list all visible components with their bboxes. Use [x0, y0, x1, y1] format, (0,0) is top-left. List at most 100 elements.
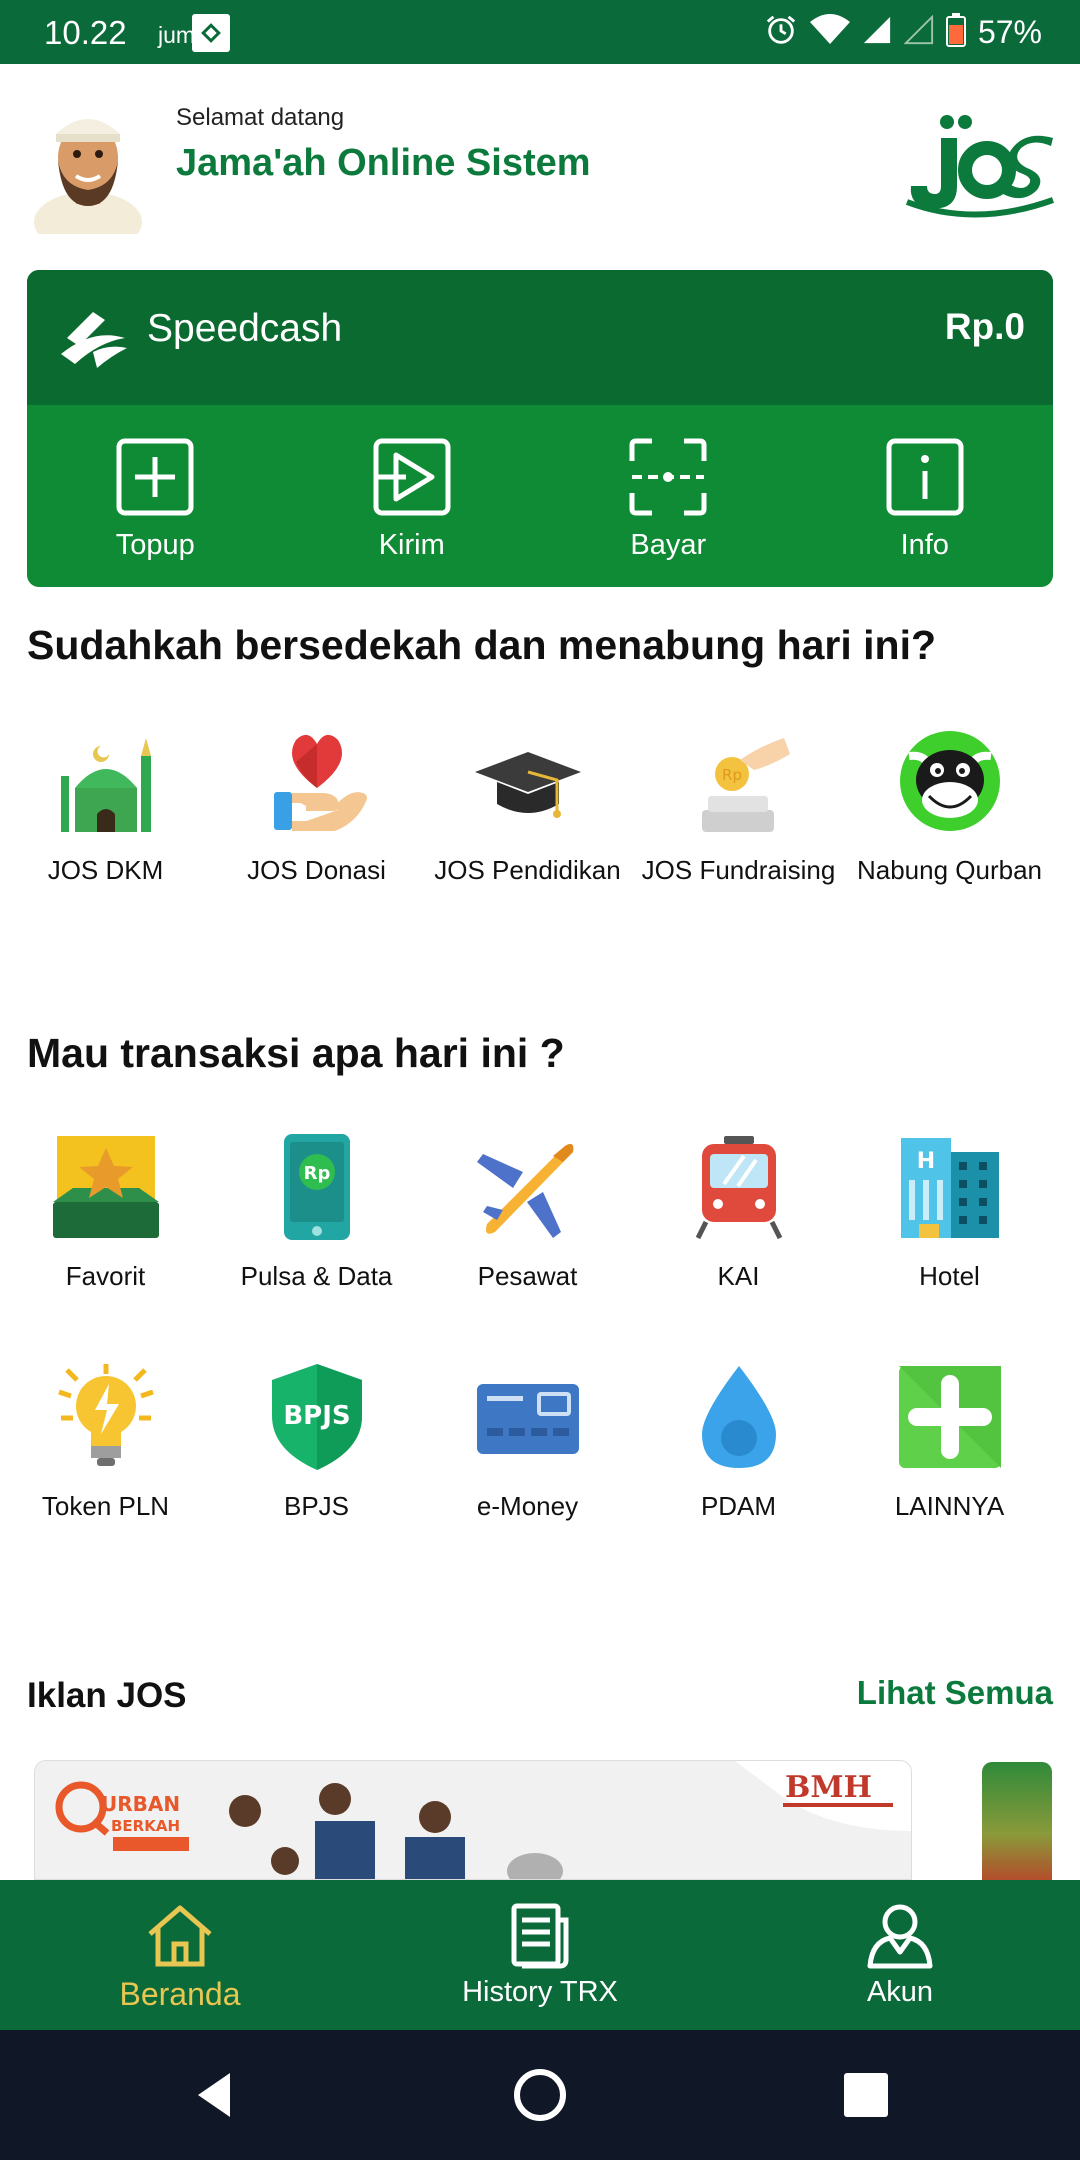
heart-hand-icon [273, 734, 367, 831]
pulsa-data-label: Pulsa & Data [240, 1261, 393, 1291]
jos-dkm-item[interactable]: JOS DKM [0, 726, 211, 886]
nav-beranda[interactable]: Beranda [0, 1880, 360, 2030]
status-time: 10.22 [44, 14, 127, 51]
coin-hand-icon: Rp [701, 738, 790, 832]
lightbulb-icon [57, 1364, 154, 1466]
speedcash-name: Speedcash [147, 307, 343, 350]
battery-percent: 57% [977, 13, 1042, 50]
pulsa-data-item[interactable]: Rp Pulsa & Data [211, 1132, 422, 1292]
kirim-label: Kirim [378, 529, 445, 561]
kai-label: KAI [717, 1261, 760, 1291]
home-icon [148, 1905, 212, 1967]
svg-text:BERKAH: BERKAH [111, 1817, 180, 1835]
speedcash-header[interactable]: Speedcash Rp.0 [27, 270, 1053, 405]
document-icon [511, 1903, 569, 1969]
water-drop-icon [701, 1366, 776, 1468]
back-triangle-icon [198, 2073, 230, 2117]
token-pln-label: Token PLN [41, 1491, 170, 1521]
nabung-qurban-item[interactable]: Nabung Qurban [844, 726, 1055, 886]
see-all-link[interactable]: Lihat Semua [857, 1674, 1053, 1712]
home-circle-icon [514, 2069, 566, 2121]
bayar-label: Bayar [630, 529, 707, 561]
nav-history-label: History TRX [462, 1976, 618, 2008]
svg-text:BPJS: BPJS [283, 1401, 350, 1431]
nav-akun[interactable]: Akun [720, 1880, 1080, 2030]
plus-icon [898, 1366, 1001, 1468]
bmh-logo-text: BMH [785, 1770, 872, 1805]
jos-donasi-item[interactable]: JOS Donasi [211, 726, 422, 886]
plus-square-icon [116, 438, 194, 516]
info-label: Info [900, 529, 949, 561]
phone-icon: Rp [283, 1134, 350, 1240]
star-icon [52, 1136, 159, 1238]
topup-label: Topup [115, 529, 195, 561]
lainnya-label: LAINNYA [894, 1491, 1005, 1521]
recents-button[interactable] [836, 2065, 896, 2125]
home-system-button[interactable] [510, 2065, 570, 2125]
svg-text:Rp: Rp [722, 766, 742, 784]
graduation-cap-icon [474, 752, 581, 818]
svg-text:Rp: Rp [303, 1163, 330, 1184]
speedcash-card: Speedcash Rp.0 Topup Kirim Bayar Info [27, 270, 1053, 587]
ads-title: Iklan JOS [27, 1676, 187, 1715]
back-button[interactable] [184, 2065, 244, 2125]
nav-akun-label: Akun [866, 1976, 934, 2008]
pesawat-item[interactable]: Pesawat [422, 1132, 633, 1292]
svg-text:H: H [916, 1149, 934, 1174]
jos-dkm-label: JOS DKM [47, 855, 164, 885]
scan-icon [629, 438, 707, 516]
pdam-item[interactable]: PDAM [633, 1362, 844, 1522]
jos-pendidikan-item[interactable]: JOS Pendidikan [422, 726, 633, 886]
donation-grid: JOS DKM JOS Donasi JOS Pendidikan Rp JOS… [0, 726, 1080, 886]
bayar-button[interactable]: Bayar [540, 405, 797, 587]
avatar[interactable] [28, 94, 148, 252]
pdam-label: PDAM [700, 1491, 777, 1521]
jos-fundraising-item[interactable]: Rp JOS Fundraising [633, 726, 844, 886]
favorit-item[interactable]: Favorit [0, 1132, 211, 1292]
speedcash-balance: Rp.0 [944, 306, 1025, 347]
nav-history-trx[interactable]: History TRX [360, 1880, 720, 2030]
jos-fundraising-label: JOS Fundraising [641, 855, 836, 885]
notification-app-icon [192, 14, 230, 52]
e-money-label: e-Money [476, 1491, 579, 1521]
info-icon [886, 438, 964, 516]
status-day: jum [158, 22, 196, 48]
header: Selamat datang Jama'ah Online Sistem [0, 64, 1080, 260]
mosque-icon [60, 738, 151, 832]
battery-icon [945, 12, 966, 52]
info-button[interactable]: Info [797, 405, 1054, 587]
bottom-navigation: Beranda History TRX Akun [0, 1880, 1080, 2030]
send-icon [373, 438, 451, 516]
nav-beranda-label: Beranda [119, 1976, 241, 2012]
welcome-text: Selamat datang [176, 104, 345, 131]
hotel-item[interactable]: H Hotel [844, 1132, 1055, 1292]
ad-banner-next[interactable] [982, 1762, 1052, 1882]
transaction-grid-row-2: Token PLN BPJS BPJS e-Money PDAM LAINNYA [0, 1362, 1080, 1522]
hotel-icon: H [900, 1138, 999, 1238]
wallet-actions: Topup Kirim Bayar Info [27, 405, 1053, 587]
airplane-icon [476, 1144, 573, 1238]
lainnya-item[interactable]: LAINNYA [844, 1362, 1055, 1522]
nabung-qurban-label: Nabung Qurban [856, 855, 1043, 885]
kai-item[interactable]: KAI [633, 1132, 844, 1292]
topup-button[interactable]: Topup [27, 405, 284, 587]
kirim-button[interactable]: Kirim [284, 405, 541, 587]
speedcash-logo-icon [53, 298, 133, 378]
donation-section-title: Sudahkah bersedekah dan menabung hari in… [27, 622, 937, 668]
bpjs-item[interactable]: BPJS BPJS [211, 1362, 422, 1522]
signal-empty-icon [903, 14, 934, 50]
transaction-grid-row-1: Favorit Rp Pulsa & Data Pesawat KAI H Ho… [0, 1132, 1080, 1292]
bpjs-label: BPJS [283, 1491, 350, 1521]
pesawat-label: Pesawat [477, 1261, 578, 1291]
jos-donasi-label: JOS Donasi [247, 855, 386, 885]
train-icon [695, 1136, 782, 1240]
e-money-item[interactable]: e-Money [422, 1362, 633, 1522]
token-pln-item[interactable]: Token PLN [0, 1362, 211, 1522]
jos-pendidikan-label: JOS Pendidikan [434, 855, 621, 885]
ad-banner[interactable]: URBAN BERKAH BMH [34, 1760, 912, 1880]
shield-icon: BPJS [271, 1364, 362, 1470]
svg-text:URBAN: URBAN [101, 1792, 180, 1816]
system-navigation-bar [0, 2030, 1080, 2160]
transaction-section-title: Mau transaksi apa hari ini ? [27, 1030, 565, 1076]
alarm-icon [764, 13, 798, 52]
